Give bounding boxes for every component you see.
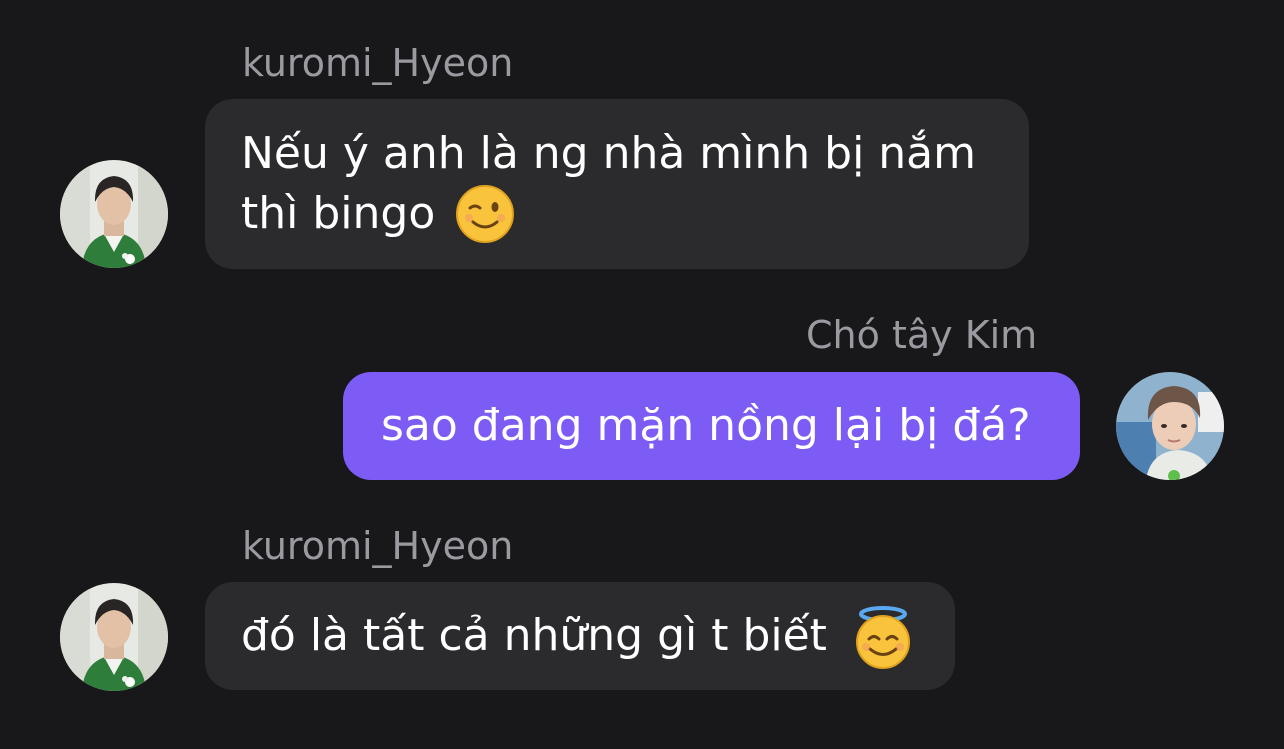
message-bubble[interactable]: Nếu ý anh là ng nhà mình bị nắm thì bing… <box>205 99 1029 269</box>
avatar[interactable] <box>60 583 168 691</box>
smiling-face-with-halo-emoji <box>853 606 913 669</box>
avatar[interactable] <box>60 160 168 268</box>
message-text: sao đang mặn nồng lại bị đá? <box>381 400 1031 451</box>
message-text: Nếu ý anh là ng nhà mình bị nắm thì bing… <box>241 128 977 239</box>
sender-name: kuromi_Hyeon <box>242 524 514 568</box>
message-text-content: đó là tất cả những gì t biết <box>241 610 827 661</box>
message-text: đó là tất cả những gì t biết <box>241 610 827 661</box>
sender-name: Chó tây Kim <box>806 313 1038 357</box>
avatar[interactable] <box>1116 372 1224 480</box>
message-bubble[interactable]: sao đang mặn nồng lại bị đá? <box>343 372 1080 480</box>
winking-face-emoji <box>455 184 515 244</box>
sender-name: kuromi_Hyeon <box>242 41 514 85</box>
message-bubble[interactable]: đó là tất cả những gì t biết <box>205 582 955 690</box>
